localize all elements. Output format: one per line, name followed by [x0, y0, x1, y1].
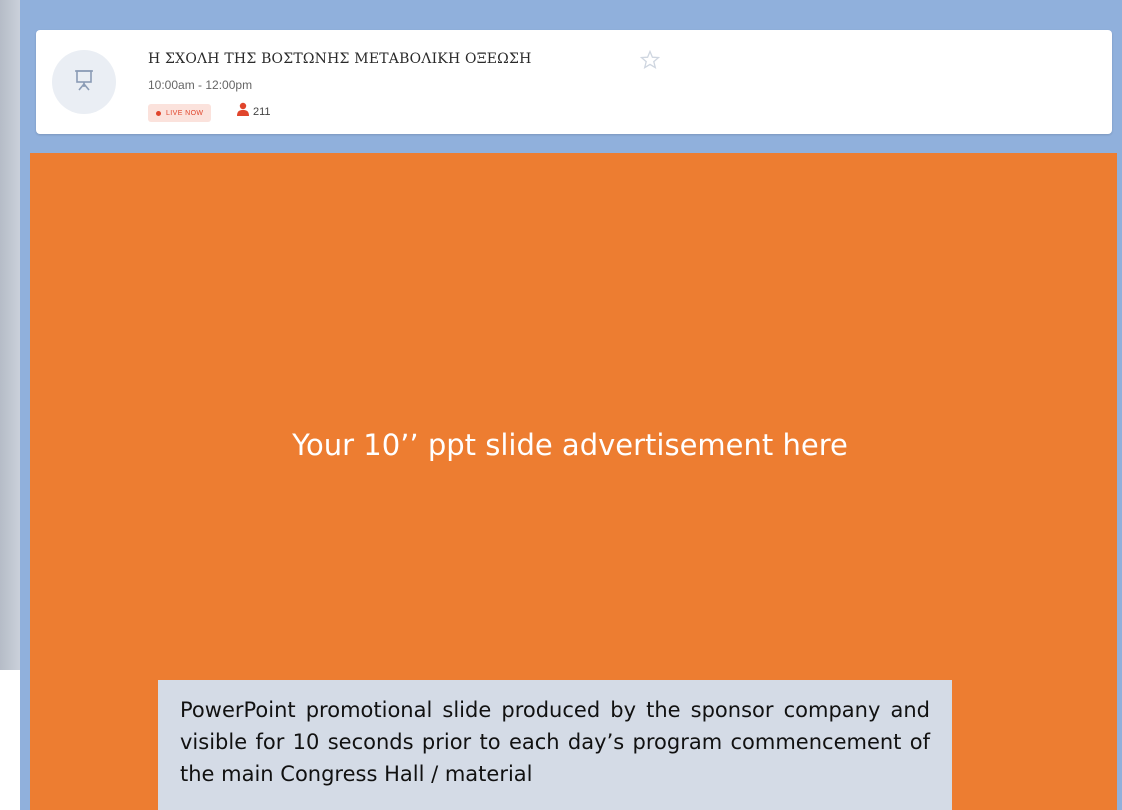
session-avatar	[52, 50, 116, 114]
advertisement-slide: Your 10’’ ppt slide advertisement here P…	[30, 153, 1117, 810]
slide-headline: Your 10’’ ppt slide advertisement here	[292, 428, 848, 462]
live-now-label: LIVE NOW	[166, 109, 204, 117]
live-dot-icon	[156, 110, 161, 116]
slide-caption-box: PowerPoint promotional slide produced by…	[158, 680, 952, 810]
favorite-star-icon[interactable]	[639, 49, 661, 70]
live-now-badge: LIVE NOW	[148, 104, 212, 122]
presentation-board-icon	[71, 67, 97, 98]
session-time: 10:00am - 12:00pm	[148, 78, 253, 92]
viewer-count: 211	[253, 105, 271, 118]
session-title: Η ΣΧΟΛΗ ΤΗΣ ΒΟΣΤΩΝΗΣ ΜΕΤΑΒΟΛΙΚΗ ΟΞΕΩΣΗ	[148, 51, 532, 67]
viewer-counter: 211	[236, 102, 271, 121]
person-icon	[236, 102, 250, 121]
slide-caption-text: PowerPoint promotional slide produced by…	[180, 698, 930, 786]
session-header-card: Η ΣΧΟΛΗ ΤΗΣ ΒΟΣΤΩΝΗΣ ΜΕΤΑΒΟΛΙΚΗ ΟΞΕΩΣΗ 1…	[36, 30, 1112, 134]
